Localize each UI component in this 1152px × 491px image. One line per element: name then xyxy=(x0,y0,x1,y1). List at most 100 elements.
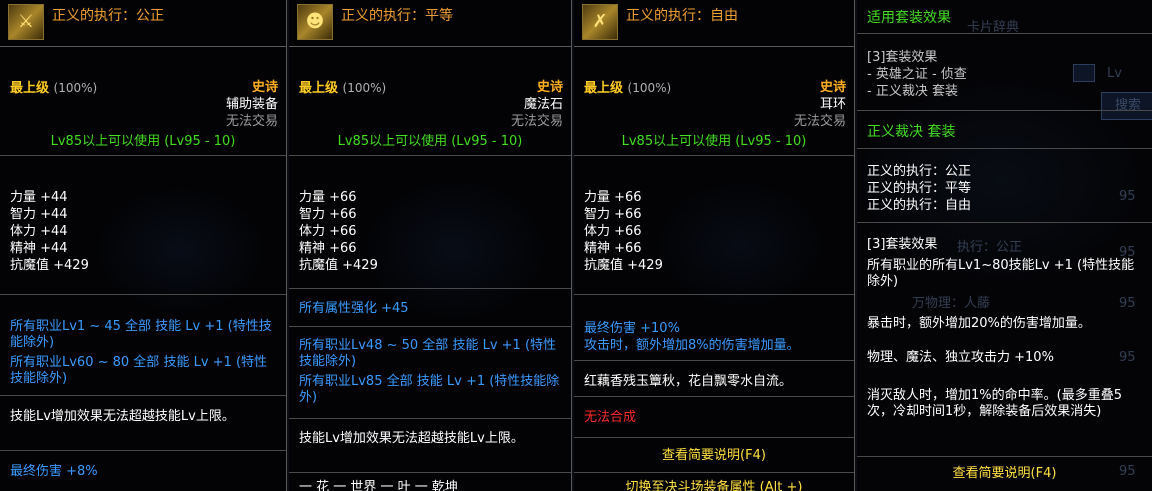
gold-crossed-sword-icon: ✗ xyxy=(582,4,618,40)
stat-vit: 体力 +66 xyxy=(584,224,642,239)
view-summary-button[interactable]: 查看简要说明(F4) xyxy=(857,466,1152,482)
divider xyxy=(574,360,854,361)
set-name: 正义裁决 套装 xyxy=(867,124,956,140)
divider xyxy=(0,450,286,451)
stat-magic-resist: 抗魔值 +429 xyxy=(10,258,89,273)
divider xyxy=(574,472,854,473)
gold-sword-icon: ⚔ xyxy=(8,4,44,40)
stat-spi: 精神 +44 xyxy=(10,241,68,256)
item-tooltip-justice-fairness: ⚔ 正义的执行：公正 最上级 (100%) 史诗 辅助装备 无法交易 Lv85以… xyxy=(0,0,287,491)
final-damage: 最终伤害 +10% xyxy=(584,321,680,336)
divider xyxy=(574,155,854,156)
switch-pvp-stats-link[interactable]: 切换至决斗场装备属性 (Alt +) xyxy=(574,480,854,491)
item-stats: 力量 +66 智力 +66 体力 +66 精神 +66 抗魔值 +429 xyxy=(584,190,663,275)
item-title: 正义的执行：平等 xyxy=(341,8,453,24)
set-effect-skill-bonus: 所有职业的所有Lv1~80技能Lv +1 (特性技能除外) xyxy=(867,258,1135,289)
stat-magic-resist: 抗魔值 +429 xyxy=(584,258,663,273)
divider xyxy=(857,33,1152,34)
divider xyxy=(0,294,286,295)
tooltip-header: ⚔ 正义的执行：公正 xyxy=(0,0,286,47)
hit-damage-bonus: 攻击时，额外增加8%的伤害增加量。 xyxy=(584,338,800,353)
set-effect-crit-bonus: 暴击时，额外增加20%的伤害增加量。 xyxy=(867,316,1091,331)
item-slot: 辅助装备 xyxy=(225,97,278,112)
item-stats: 力量 +44 智力 +44 体力 +44 精神 +44 抗魔值 +429 xyxy=(10,190,89,275)
stat-vit: 体力 +66 xyxy=(299,224,357,239)
set-member: 正义的执行：自由 xyxy=(867,198,972,213)
skill-bonus-b: 所有职业Lv60 ~ 80 全部 技能 Lv +1 (特性技能除外) xyxy=(10,355,268,386)
divider xyxy=(857,148,1152,149)
cannot-synthesize: 无法合成 xyxy=(584,410,637,425)
set-effect-3-line: - 正义裁决 套装 xyxy=(867,84,958,99)
set-effect-attack-bonus: 物理、魔法、独立攻击力 +10% xyxy=(867,350,1054,365)
gold-mask-icon: ☻ xyxy=(297,4,333,40)
stat-str: 力量 +44 xyxy=(10,190,68,205)
item-trade: 无法交易 xyxy=(225,114,278,129)
divider xyxy=(857,110,1152,111)
ghost-card-name: 执行：公正 xyxy=(957,240,1023,255)
divider xyxy=(857,222,1152,223)
skill-limit-note: 技能Lv增加效果无法超越技能Lv上限。 xyxy=(299,431,524,446)
stat-str: 力量 +66 xyxy=(584,190,642,205)
set-effect-3b-title: [3]套装效果 xyxy=(867,237,938,252)
set-effect-header: 适用套装效果 xyxy=(867,10,951,26)
divider xyxy=(289,288,571,289)
item-trade: 无法交易 xyxy=(510,114,563,129)
set-member: 正义的执行：公正 xyxy=(867,164,972,179)
item-slot: 魔法石 xyxy=(523,97,563,112)
skill-bonus-a: 所有职业Lv1 ~ 45 全部 技能 Lv +1 (特性技能除外) xyxy=(10,319,272,350)
divider xyxy=(574,294,854,295)
item-rarity: 史诗 xyxy=(536,80,563,95)
stat-vit: 体力 +44 xyxy=(10,224,68,239)
item-tooltip-justice-freedom: ✗ 正义的执行：自由 最上级 (100%) 史诗 耳环 无法交易 Lv85以上可… xyxy=(574,0,855,491)
ghost-level: 95 xyxy=(1119,189,1136,204)
dropdown-arrow-icon xyxy=(1073,64,1095,82)
item-stats: 力量 +66 智力 +66 体力 +66 精神 +66 抗魔值 +429 xyxy=(299,190,378,275)
set-effect-hit-rate: 消灭敌人时，增加1%的命中率。(最多重叠5次，冷却时间1秒，解除装备后效果消失) xyxy=(867,388,1122,419)
divider xyxy=(289,472,571,473)
stat-int: 智力 +44 xyxy=(10,207,68,222)
stat-spi: 精神 +66 xyxy=(584,241,642,256)
item-level-requirement: Lv85以上可以使用 (Lv95 - 10) xyxy=(621,134,807,149)
skill-limit-note: 技能Lv增加效果无法超越技能Lv上限。 xyxy=(10,409,235,424)
stat-int: 智力 +66 xyxy=(584,207,642,222)
divider xyxy=(574,396,854,397)
divider xyxy=(289,155,571,156)
item-title: 正义的执行：公正 xyxy=(52,8,164,24)
set-effect-3-title: [3]套装效果 xyxy=(867,50,938,65)
flavor-text: 一 花 一 世界 一 叶 一 乾坤 xyxy=(299,480,458,491)
final-damage: 最终伤害 +8% xyxy=(10,464,98,479)
view-summary-button[interactable]: 查看简要说明(F4) xyxy=(574,448,854,464)
level-filter-label: Lv xyxy=(1107,66,1122,81)
set-effect-tooltip: 卡片辞典 Lv 搜索 执行：公正 万物理：人藤 95 95 95 95 95 适… xyxy=(857,0,1152,491)
all-element-bonus: 所有属性强化 +45 xyxy=(299,301,409,316)
divider xyxy=(0,155,286,156)
stat-magic-resist: 抗魔值 +429 xyxy=(299,258,378,273)
stat-int: 智力 +66 xyxy=(299,207,357,222)
item-trade: 无法交易 xyxy=(793,114,846,129)
skill-bonus-b: 所有职业Lv85 全部 技能 Lv +1 (特性技能除外) xyxy=(299,374,560,405)
divider xyxy=(574,437,854,438)
item-title: 正义的执行：自由 xyxy=(626,8,738,24)
divider xyxy=(0,395,286,396)
item-rarity: 史诗 xyxy=(819,80,846,95)
search-button-label: 搜索 xyxy=(1115,98,1142,113)
tooltip-header: ✗ 正义的执行：自由 xyxy=(574,0,854,47)
item-level-requirement: Lv85以上可以使用 (Lv95 - 10) xyxy=(337,134,523,149)
flavor-text: 红藕香残玉簟秋，花自飘零水自流。 xyxy=(584,374,793,389)
item-rarity: 史诗 xyxy=(251,80,278,95)
ghost-level: 95 xyxy=(1119,296,1136,311)
tooltip-header: ☻ 正义的执行：平等 xyxy=(289,0,571,47)
item-grade: 最上级 (100%) xyxy=(584,81,672,96)
item-slot: 耳环 xyxy=(819,97,846,112)
stat-spi: 精神 +66 xyxy=(299,241,357,256)
set-member: 正义的执行：平等 xyxy=(867,181,972,196)
ghost-card-name: 万物理：人藤 xyxy=(912,296,991,311)
item-level-requirement: Lv85以上可以使用 (Lv95 - 10) xyxy=(50,134,236,149)
item-grade: 最上级 (100%) xyxy=(10,81,98,96)
divider xyxy=(289,418,571,419)
item-grade: 最上级 (100%) xyxy=(299,81,387,96)
set-effect-3-line: - 英雄之证 - 侦查 xyxy=(867,67,967,82)
divider xyxy=(857,456,1152,457)
skill-bonus-a: 所有职业Lv48 ~ 50 全部 技能 Lv +1 (特性技能除外) xyxy=(299,338,557,369)
item-tooltip-justice-equality: ☻ 正义的执行：平等 最上级 (100%) 史诗 魔法石 无法交易 Lv85以上… xyxy=(289,0,572,491)
